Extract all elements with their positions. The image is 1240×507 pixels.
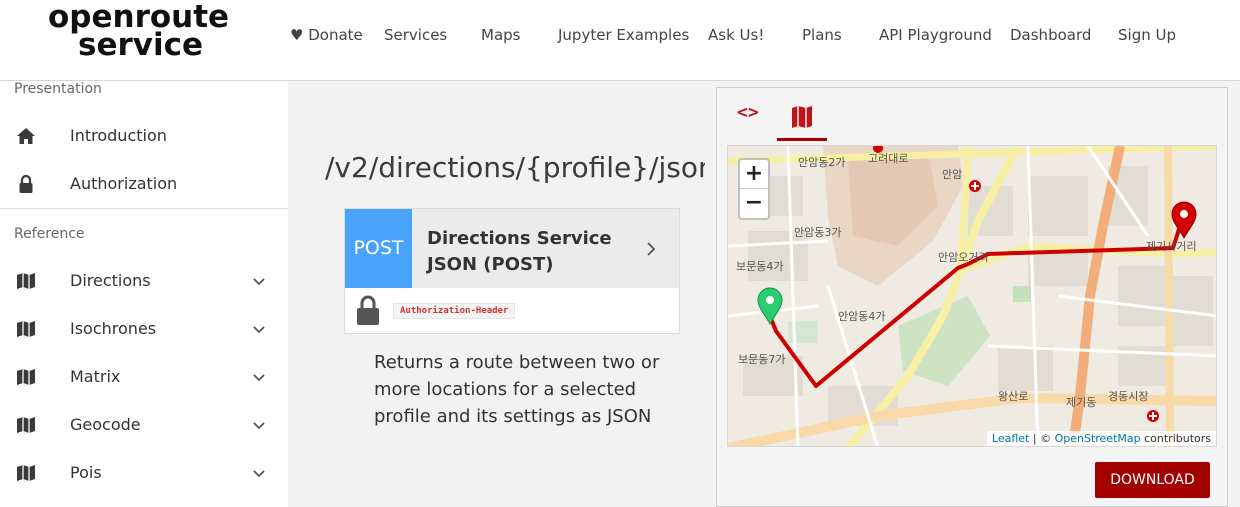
tab-code[interactable]: <> xyxy=(737,102,767,132)
home-icon xyxy=(17,128,35,144)
nav-sign-up[interactable]: Sign Up xyxy=(1118,26,1176,44)
nav-dashboard[interactable]: Dashboard xyxy=(1010,26,1091,44)
sidebar-item-label: Geocode xyxy=(70,415,141,434)
map-icon xyxy=(17,369,35,385)
nav-jupyter-examples[interactable]: Jupyter Examples xyxy=(558,26,689,44)
endpoint-panel: /v2/directions/{profile}/json POST Direc… xyxy=(288,81,716,507)
map-label: 경동시장 xyxy=(1108,390,1149,403)
osm-link[interactable]: OpenStreetMap xyxy=(1055,432,1141,445)
map-icon xyxy=(17,273,35,289)
sidebar-item-label: Directions xyxy=(70,271,151,290)
map-label: 보문동7가 xyxy=(738,353,786,366)
sidebar: Presentation Introduction Authorization … xyxy=(0,81,288,507)
endpoint-title: /v2/directions/{profile}/json xyxy=(325,151,716,184)
section-label-presentation: Presentation xyxy=(14,81,102,97)
operation-title: Directions Service JSON (POST) xyxy=(427,228,612,275)
map-label: 보문동4가 xyxy=(736,260,784,273)
response-panel: <> 안암동2가 안암동3가 보문동4가 안암동4가 보문동7가 안암오거리 제… xyxy=(716,87,1228,507)
map-label: 안암동4가 xyxy=(838,310,886,323)
sidebar-item-label: Introduction xyxy=(70,126,167,145)
top-header: openroute service ♥ Donate Services Maps… xyxy=(0,0,1240,81)
map-label: 제기사거리 xyxy=(1146,240,1197,253)
map-label: 왕산로 xyxy=(998,390,1029,403)
attribution-suffix: contributors xyxy=(1140,432,1211,445)
chevron-down-icon[interactable] xyxy=(251,465,267,481)
map-icon xyxy=(17,417,35,433)
attribution-separator: | © xyxy=(1029,432,1055,445)
sidebar-item-directions[interactable]: Directions xyxy=(0,261,288,301)
chevron-down-icon[interactable] xyxy=(251,273,267,289)
method-badge: POST xyxy=(345,209,412,288)
operation-card: POST Directions Service JSON (POST) Auth… xyxy=(344,208,680,334)
sidebar-item-introduction[interactable]: Introduction xyxy=(0,116,288,156)
map-label: 안암동2가 xyxy=(798,156,846,169)
sidebar-item-pois[interactable]: Pois xyxy=(0,453,288,493)
map-label: 안암 xyxy=(942,168,963,181)
sidebar-item-authorization[interactable]: Authorization xyxy=(0,164,288,204)
logo-line2: service xyxy=(78,27,203,63)
auth-header-tag: Authorization-Header xyxy=(393,303,516,319)
zoom-out-button[interactable]: − xyxy=(740,189,768,218)
nav-maps[interactable]: Maps xyxy=(481,26,520,44)
chevron-right-icon[interactable] xyxy=(643,241,659,257)
chevron-down-icon[interactable] xyxy=(251,369,267,385)
sidebar-item-label: Pois xyxy=(70,463,102,482)
sidebar-item-matrix[interactable]: Matrix xyxy=(0,357,288,397)
zoom-control: + − xyxy=(738,158,770,220)
nav-plans[interactable]: Plans xyxy=(802,26,842,44)
map-attribution: Leaflet | © OpenStreetMap contributors xyxy=(986,431,1216,446)
sidebar-item-label: Matrix xyxy=(70,367,121,386)
map-tab-icon[interactable] xyxy=(787,102,817,132)
nav-services[interactable]: Services xyxy=(384,26,447,44)
nav-api-playground[interactable]: API Playground xyxy=(879,26,992,44)
response-panel-area: <> 안암동2가 안암동3가 보문동4가 안암동4가 보문동7가 안암오거리 제… xyxy=(705,81,1240,507)
route-map[interactable]: 안암동2가 안암동3가 보문동4가 안암동4가 보문동7가 안암오거리 제기동 … xyxy=(727,145,1217,447)
openrouteservice-logo[interactable]: openroute service xyxy=(48,2,229,63)
lock-icon xyxy=(19,174,33,193)
map-icon xyxy=(17,321,35,337)
sidebar-item-label: Authorization xyxy=(70,174,178,193)
nav-ask-us[interactable]: Ask Us! xyxy=(708,26,764,44)
download-button[interactable]: DOWNLOAD xyxy=(1095,462,1210,498)
map-label: 안암동3가 xyxy=(794,226,842,239)
zoom-in-button[interactable]: + xyxy=(740,160,768,189)
chevron-down-icon[interactable] xyxy=(251,417,267,433)
nav-donate[interactable]: ♥ Donate xyxy=(290,26,363,44)
operation-header[interactable]: POST Directions Service JSON (POST) xyxy=(345,209,679,288)
sidebar-item-geocode[interactable]: Geocode xyxy=(0,405,288,445)
chevron-down-icon[interactable] xyxy=(251,321,267,337)
section-label-reference: Reference xyxy=(14,226,85,242)
active-tab-indicator xyxy=(777,138,827,141)
sidebar-divider xyxy=(0,208,288,209)
map-icon xyxy=(17,465,35,481)
lock-icon xyxy=(357,295,379,325)
map-label: 안암오거리 xyxy=(938,251,989,264)
endpoint-description: Returns a route between two or more loca… xyxy=(374,352,660,427)
map-label: 제기동 xyxy=(1066,396,1097,409)
sidebar-item-label: Isochrones xyxy=(70,319,157,338)
leaflet-link[interactable]: Leaflet xyxy=(992,432,1029,445)
sidebar-item-isochrones[interactable]: Isochrones xyxy=(0,309,288,349)
map-label: 고려대로 xyxy=(868,152,909,165)
